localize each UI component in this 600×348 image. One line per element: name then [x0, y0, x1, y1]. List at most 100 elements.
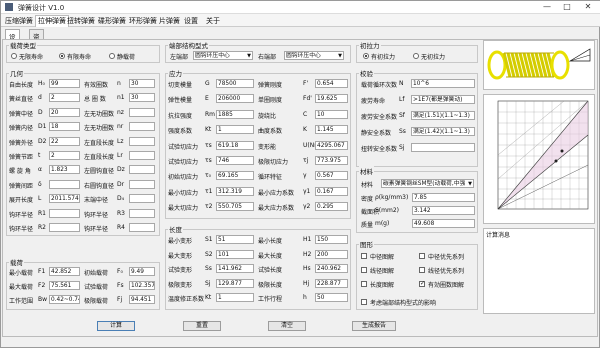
- stress-input[interactable]: 746: [216, 156, 254, 165]
- menu-torsion-spring[interactable]: 扭转弹簧: [67, 16, 95, 26]
- check-value[interactable]: [411, 143, 475, 152]
- end-effect-checkbox[interactable]: [361, 299, 367, 305]
- geometry-input[interactable]: 20: [49, 107, 80, 117]
- geometry-input[interactable]: [49, 208, 80, 218]
- stress-input[interactable]: 1.145: [315, 125, 348, 135]
- check-value[interactable]: 满足(1.51)(1.1~1.3): [411, 111, 475, 120]
- geometry-input[interactable]: [49, 179, 80, 189]
- geometry-input[interactable]: [129, 223, 155, 232]
- stress-input[interactable]: 10: [315, 109, 348, 119]
- diagram-checkbox[interactable]: [419, 253, 425, 259]
- stress-input[interactable]: 0.295: [315, 202, 348, 212]
- geometry-input[interactable]: [129, 194, 155, 204]
- stress-input[interactable]: 312.319: [216, 186, 254, 196]
- geometry-input[interactable]: [49, 223, 80, 232]
- material-dropdown[interactable]: 碳素弹簧钢丝SM型(动载荷,中强 ▼: [381, 179, 474, 188]
- material-value[interactable]: 49.608: [412, 219, 475, 228]
- geometry-input[interactable]: [129, 136, 155, 146]
- clear-button[interactable]: 清空: [268, 321, 306, 331]
- geometry-input[interactable]: 30: [129, 79, 155, 88]
- geometry-label: 弹簧节距: [9, 154, 34, 161]
- geometry-input[interactable]: [129, 122, 155, 132]
- geometry-input[interactable]: [129, 151, 155, 160]
- radio-infinite-life[interactable]: [11, 53, 17, 59]
- stress-input[interactable]: 619.18: [216, 140, 254, 150]
- menu-extension-spring[interactable]: 拉伸弹簧: [35, 15, 69, 27]
- geometry-label: 弹簧间距: [9, 182, 34, 190]
- radio-finite-life[interactable]: [59, 53, 65, 59]
- generate-report-button[interactable]: 生成报告: [352, 321, 396, 331]
- load-input[interactable]: 9.49: [129, 267, 155, 276]
- stress-input[interactable]: 0.567: [315, 171, 348, 181]
- diagram-checkbox[interactable]: [361, 253, 367, 259]
- diagram-checkbox[interactable]: [361, 281, 367, 287]
- close-button[interactable]: ✕: [579, 2, 597, 11]
- geometry-input[interactable]: [129, 165, 155, 175]
- length-input[interactable]: 50: [315, 293, 348, 303]
- stress-input[interactable]: 550.705: [216, 202, 254, 212]
- geometry-input[interactable]: 2: [49, 93, 80, 103]
- geometry-input[interactable]: 2: [49, 151, 80, 160]
- geometry-input[interactable]: [129, 208, 155, 218]
- geometry-input[interactable]: 99: [49, 79, 80, 88]
- load-input[interactable]: 102.357: [129, 281, 155, 290]
- radio-static-load[interactable]: [109, 53, 115, 59]
- stress-input[interactable]: 1: [216, 125, 254, 135]
- geometry-symbol: t: [38, 152, 41, 159]
- diagram-checkbox[interactable]: [419, 267, 425, 273]
- material-symbol: ρ(kg/mm3): [375, 194, 409, 201]
- geometry-input[interactable]: [129, 179, 155, 189]
- stress-input[interactable]: 69.165: [216, 171, 254, 181]
- menu-settings[interactable]: 设置: [184, 16, 198, 26]
- radio-without-initial-tension[interactable]: [413, 53, 419, 59]
- length-input[interactable]: 240.962: [315, 264, 348, 274]
- length-input[interactable]: 200: [315, 249, 348, 259]
- stress-symbol: γ1: [303, 187, 311, 195]
- menu-disc-spring[interactable]: 碟形弹簧: [98, 16, 126, 26]
- geometry-input[interactable]: 18: [49, 122, 80, 132]
- length-input[interactable]: 1: [216, 293, 254, 303]
- length-input[interactable]: 228.877: [315, 278, 348, 288]
- length-input[interactable]: 141.962: [216, 264, 254, 274]
- geometry-input[interactable]: 30: [129, 93, 155, 103]
- check-value[interactable]: 满足(1.42)(1.1~1.3): [411, 127, 475, 136]
- material-value[interactable]: 3.142: [412, 206, 475, 215]
- maximize-button[interactable]: □: [558, 2, 576, 11]
- check-value[interactable]: >1E7(都是弹簧动): [411, 95, 475, 104]
- material-value[interactable]: 7.85: [412, 193, 475, 202]
- load-input[interactable]: 94.451: [129, 295, 155, 304]
- stress-input[interactable]: 0.654: [315, 79, 348, 88]
- menu-ring-spring[interactable]: 环形弹簧: [129, 16, 157, 26]
- geometry-input[interactable]: 2011.574: [49, 194, 80, 204]
- stress-input[interactable]: 773.975: [315, 156, 348, 165]
- minimize-button[interactable]: —: [538, 2, 556, 11]
- stress-input[interactable]: 78500: [216, 79, 254, 88]
- diagram-checkbox[interactable]: [361, 267, 367, 273]
- length-input[interactable]: 150: [315, 235, 348, 244]
- length-input[interactable]: 101: [216, 249, 254, 259]
- left-end-dropdown[interactable]: 圆钩环压中心 ▼: [193, 51, 253, 60]
- geometry-input[interactable]: 1.823: [49, 165, 80, 175]
- load-input[interactable]: 42.852: [49, 267, 80, 276]
- menu-compression-spring[interactable]: 压缩弹簧: [5, 16, 33, 26]
- menu-about[interactable]: 关于: [206, 16, 220, 26]
- check-value[interactable]: 10^6: [411, 79, 475, 88]
- load-input[interactable]: 0.42~0.74: [49, 295, 80, 304]
- calculate-button[interactable]: 计算: [97, 321, 135, 331]
- reset-button[interactable]: 重置: [183, 321, 221, 331]
- stress-input[interactable]: 206000: [216, 94, 254, 104]
- length-input[interactable]: 51: [216, 235, 254, 244]
- load-input[interactable]: 75.561: [49, 281, 80, 290]
- geometry-symbol: D1: [38, 123, 47, 131]
- stress-input[interactable]: 1885: [216, 109, 254, 119]
- stress-input[interactable]: 0.167: [315, 186, 348, 196]
- diagram-checkbox[interactable]: [419, 280, 425, 287]
- right-end-dropdown[interactable]: 圆钩环压中心 ▼: [284, 51, 344, 60]
- stress-input[interactable]: 19.625: [315, 94, 348, 104]
- geometry-input[interactable]: 22: [49, 136, 80, 146]
- menu-leaf-spring[interactable]: 片弹簧: [159, 16, 180, 26]
- stress-input[interactable]: 4295.067: [315, 140, 348, 150]
- length-input[interactable]: 129.877: [216, 278, 254, 288]
- radio-with-initial-tension[interactable]: [363, 53, 369, 59]
- geometry-input[interactable]: [129, 107, 155, 117]
